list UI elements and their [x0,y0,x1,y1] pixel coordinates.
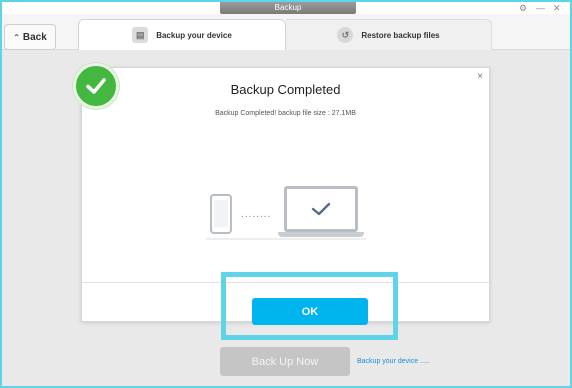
window-title: Backup [220,2,356,14]
dialog-message: Backup Completed! backup file size : 27.… [215,110,356,117]
backup-device-link[interactable]: Backup your device ..... [357,358,430,365]
restore-icon: ↺ [337,27,354,43]
connection-dots: ........ [241,209,272,220]
tab-label: Restore backup files [361,30,440,40]
back-up-now-button[interactable]: Back Up Now [220,347,350,376]
laptop-icon [284,186,358,232]
close-icon[interactable]: × [477,71,483,82]
checkmark-icon [311,202,331,216]
chevron-up-icon: ⌃ [13,32,20,42]
tab-backup-device[interactable]: ▤ Backup your device [78,19,286,50]
minimize-icon[interactable]: — [536,3,545,13]
success-check-icon [73,63,119,109]
phone-icon [210,194,232,234]
back-button-label: Back [22,31,47,43]
settings-icon[interactable]: ⚙ [519,3,527,13]
tab-strip: ▤ Backup your device ↺ Restore backup fi… [78,19,492,50]
back-button[interactable]: ⌃ Back [4,24,56,50]
illustration-shadow [206,238,366,240]
laptop-base [278,232,364,237]
tab-restore-backup[interactable]: ↺ Restore backup files [286,19,492,50]
tab-label: Backup your device [156,30,232,40]
title-bar: Backup ⚙ — ✕ [2,2,570,14]
dialog-title: Backup Completed [230,82,341,97]
ok-button[interactable]: OK [252,298,368,325]
close-window-icon[interactable]: ✕ [553,3,561,13]
backup-icon: ▤ [132,27,149,43]
